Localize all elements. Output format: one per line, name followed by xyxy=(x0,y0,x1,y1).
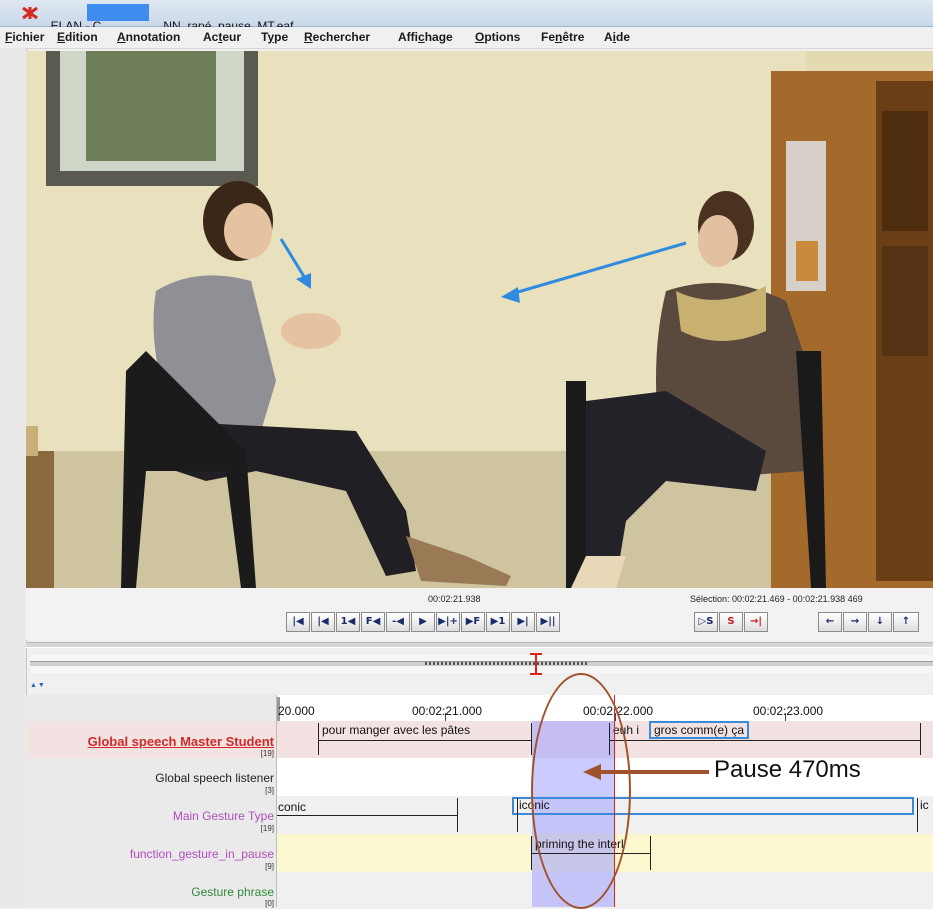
menu-options[interactable]: Options xyxy=(475,30,520,44)
annotation-boundary xyxy=(318,723,319,755)
current-time: 00:02:21.938 xyxy=(428,594,481,604)
ruler-label: 20.000 xyxy=(278,704,315,718)
menu-acteur[interactable]: Acteur xyxy=(203,30,241,44)
go-to-end-button[interactable]: ▶|| xyxy=(536,612,560,632)
play-selection-button[interactable]: ▷S xyxy=(694,612,718,632)
panel-splitter[interactable] xyxy=(26,642,933,648)
annotation-boundary xyxy=(457,798,458,832)
tier-count: [19] xyxy=(260,749,274,758)
up-arrow-button[interactable]: ↑ xyxy=(893,612,919,632)
right-arrow-button[interactable]: → xyxy=(843,612,867,632)
annotation-boundary xyxy=(650,836,651,870)
overview-playhead-cap xyxy=(530,653,542,655)
tier-count: [19] xyxy=(260,824,274,833)
menu-type[interactable]: Type xyxy=(261,30,288,44)
previous-frame-button[interactable]: |◀ xyxy=(311,612,335,632)
tier-name-global-speech-listener[interactable]: Global speech listener xyxy=(26,771,274,785)
video-viewer[interactable] xyxy=(26,51,933,588)
selection-end-button[interactable]: →| xyxy=(744,612,768,632)
overview-playhead[interactable] xyxy=(535,653,537,675)
ruler-label: 00:02:21.000 xyxy=(412,704,483,718)
elan-logo-icon xyxy=(22,6,38,20)
menu-fenetre[interactable]: Fenêtre xyxy=(541,30,584,44)
rewind-button[interactable]: -◀ xyxy=(386,612,410,632)
annotation-span xyxy=(609,740,921,741)
annotation-speech[interactable]: pour manger avec les pâtes xyxy=(322,723,470,737)
selection-readout: Sélection: 00:02:21.469 - 00:02:21.938 4… xyxy=(690,594,863,604)
annotation-span xyxy=(318,740,531,741)
annotation-boundary xyxy=(920,723,921,755)
menu-rechercher[interactable]: Rechercher xyxy=(304,30,370,44)
collapse-arrows-icon[interactable]: ▲▼ xyxy=(30,682,46,689)
annotation-gesture[interactable]: conic xyxy=(278,800,306,814)
play-button[interactable]: ▶ xyxy=(411,612,435,632)
next-frame-button[interactable]: ▶| xyxy=(511,612,535,632)
overview-ticks xyxy=(425,662,587,665)
annotation-boundary xyxy=(531,723,532,755)
overview-playhead-base xyxy=(530,673,542,675)
pointer-arrow-icon xyxy=(583,764,709,780)
next-step-button[interactable]: ▶1 xyxy=(486,612,510,632)
left-arrow-button[interactable]: ← xyxy=(818,612,842,632)
pause-duration-label: Pause 470ms xyxy=(714,756,861,783)
menu-bar: Fichier Edition Annotation Acteur Type R… xyxy=(0,27,933,49)
previous-f-button[interactable]: F◀ xyxy=(361,612,385,632)
forward-plus-button[interactable]: ▶|+ xyxy=(436,612,460,632)
annotation-gesture[interactable]: ic xyxy=(920,798,933,812)
menu-aide[interactable]: Aide xyxy=(604,30,630,44)
annotation-speech-selected[interactable]: gros comm(e) ça xyxy=(649,721,750,739)
annotation-boundary xyxy=(517,798,518,832)
annotation-span xyxy=(277,815,457,816)
annotation-boundary xyxy=(917,798,918,832)
clear-selection-button[interactable]: S xyxy=(719,612,743,632)
go-to-begin-button[interactable]: |◀ xyxy=(286,612,310,632)
window-left-border xyxy=(0,48,27,907)
ruler-label: 00:02:23.000 xyxy=(753,704,824,718)
redaction-block xyxy=(87,4,149,21)
next-f-button[interactable]: ▶F xyxy=(461,612,485,632)
menu-fichier[interactable]: Fichier xyxy=(5,30,44,44)
tier-name-main-gesture-type[interactable]: Main Gesture Type xyxy=(26,809,274,823)
tier-name-function-gesture-in-pause[interactable]: function_gesture_in_pause xyxy=(26,847,274,861)
down-arrow-button[interactable]: ↓ xyxy=(868,612,892,632)
tier-count: [9] xyxy=(265,862,274,871)
menu-edition[interactable]: Edition xyxy=(57,30,98,44)
tier-name-gesture-phrase[interactable]: Gesture phrase xyxy=(26,885,274,899)
previous-step-button[interactable]: 1◀ xyxy=(336,612,360,632)
tier-count: [3] xyxy=(265,786,274,795)
menu-annotation[interactable]: Annotation xyxy=(117,30,180,44)
tier-name-global-speech-master[interactable]: Global speech Master Student xyxy=(26,734,274,749)
menu-affichage[interactable]: Affichage xyxy=(398,30,453,44)
highlight-oval xyxy=(531,673,631,909)
